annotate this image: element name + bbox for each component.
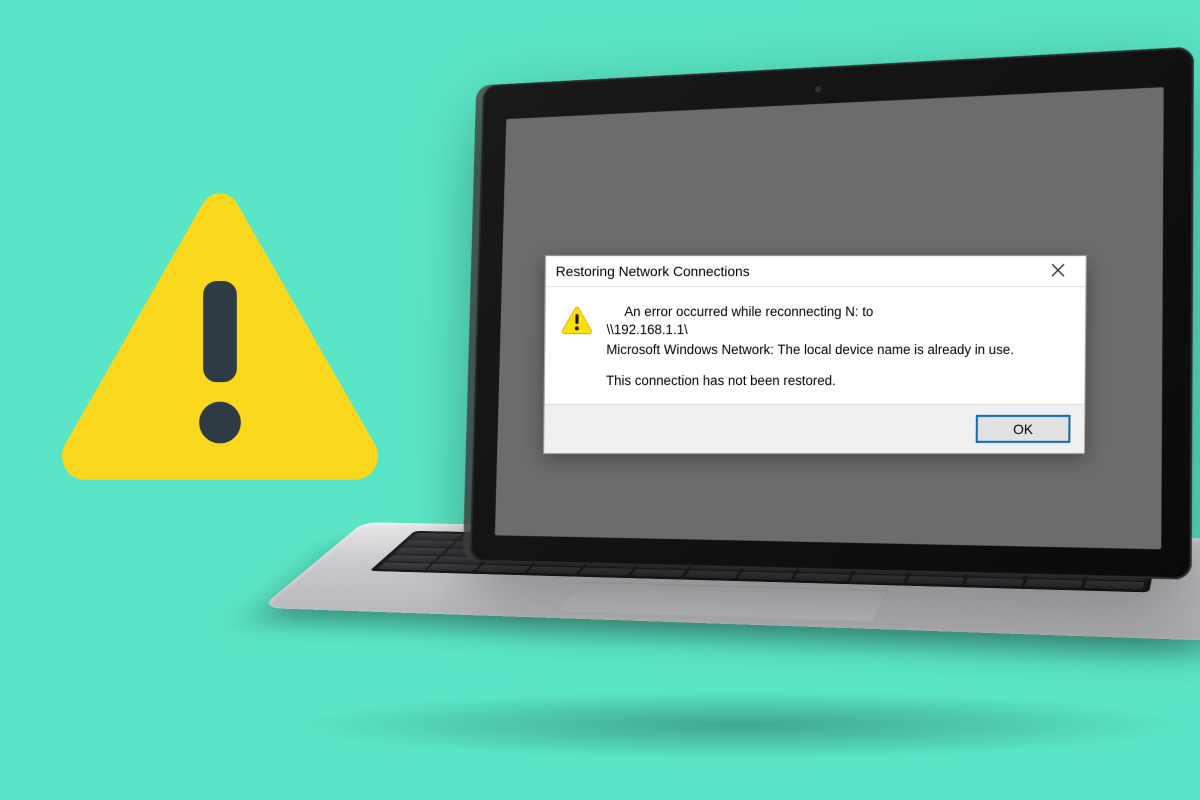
close-icon: [1051, 263, 1065, 277]
error-dialog: Restoring Network Connections An error o…: [543, 255, 1086, 454]
error-detail: Microsoft Windows Network: The local dev…: [606, 341, 1065, 359]
error-summary: This connection has not been restored.: [606, 372, 1065, 390]
close-button[interactable]: [1038, 262, 1078, 280]
ok-button[interactable]: OK: [976, 415, 1071, 443]
warning-icon: [561, 303, 595, 390]
dialog-footer: OK: [544, 404, 1084, 453]
error-line-1: An error occurred while reconnecting N: …: [607, 303, 1066, 321]
error-path: \\192.168.1.1\: [606, 321, 1065, 339]
trackpad: [556, 582, 890, 622]
dialog-titlebar[interactable]: Restoring Network Connections: [546, 256, 1086, 287]
dialog-message: An error occurred while reconnecting N: …: [606, 303, 1066, 390]
camera-icon: [813, 84, 823, 94]
dialog-title: Restoring Network Connections: [556, 263, 750, 279]
